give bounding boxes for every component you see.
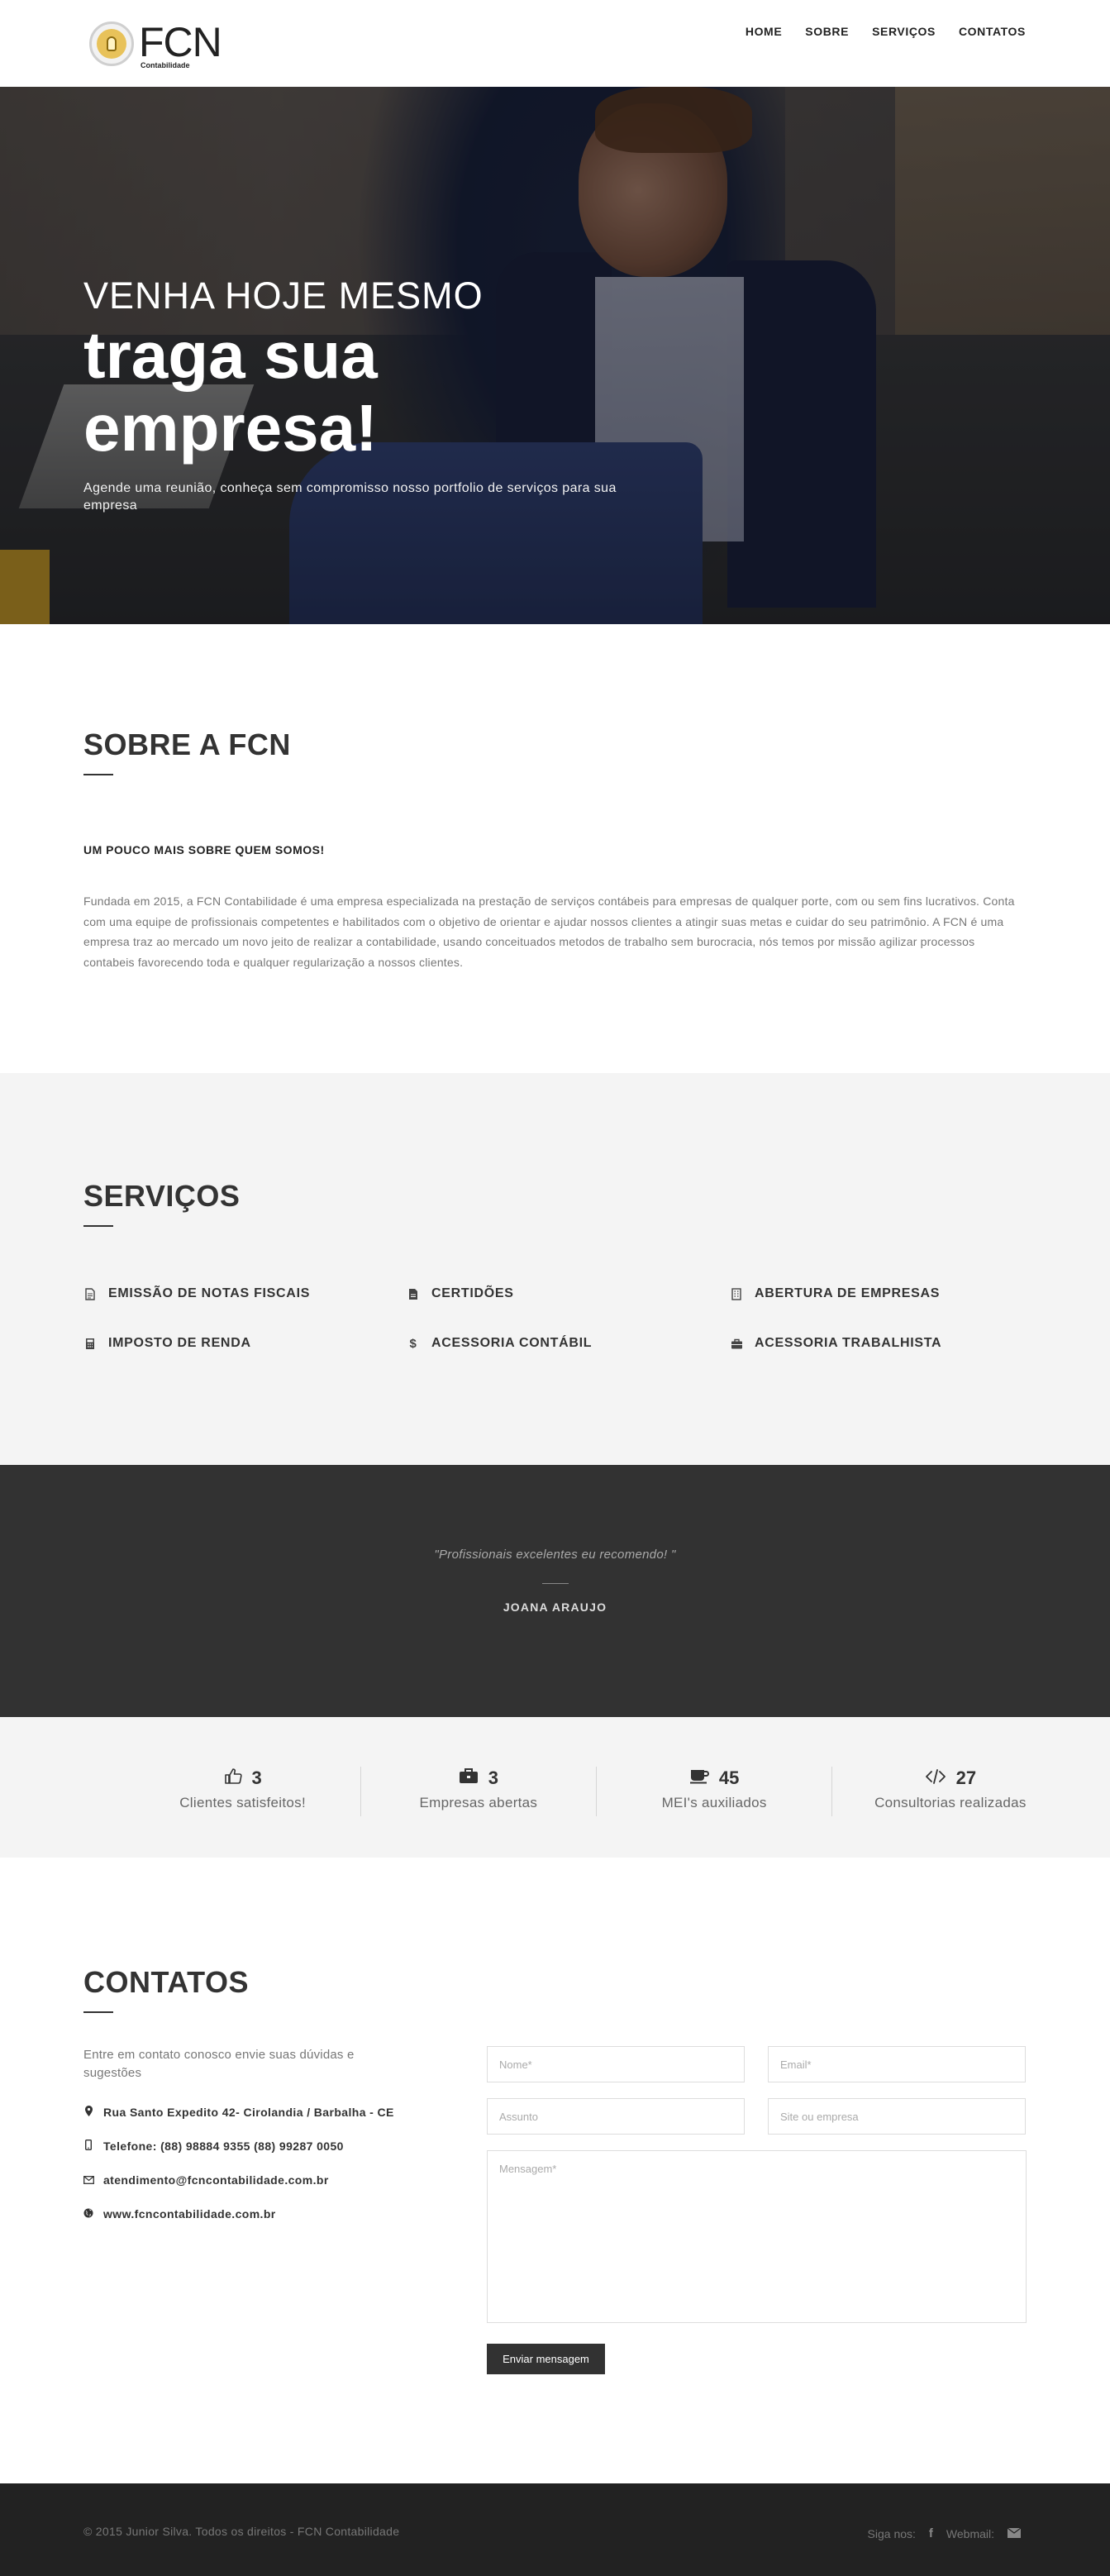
stat-item: 3 Clientes satisfeitos!: [126, 1767, 361, 1816]
menu-item-contatos[interactable]: CONTATOS: [959, 25, 1026, 38]
stat-item: 27 Consultorias realizadas: [832, 1767, 1068, 1816]
service-item: IMPOSTO DE RENDA: [83, 1336, 407, 1351]
contatos-title: CONTATOS: [83, 1965, 249, 1999]
file-icon: [407, 1286, 420, 1301]
contact-website[interactable]: www.fcncontabilidade.com.br: [103, 2206, 276, 2223]
lightbulb-logo-icon: [89, 21, 134, 66]
email-line[interactable]: atendimento@fcncontabilidade.com.br: [83, 2172, 398, 2189]
phone-line: Telefone: (88) 98884 9355 (88) 99287 005…: [83, 2138, 398, 2155]
stat-value: 27: [955, 1767, 977, 1788]
email-input[interactable]: [768, 2046, 1026, 2082]
stat-label: Clientes satisfeitos!: [179, 1795, 306, 1810]
stat-item: 45 MEI's auxiliados: [597, 1767, 833, 1816]
name-input[interactable]: [487, 2046, 745, 2082]
sobre-section: SOBRE A FCN UM POUCO MAIS SOBRE QUEM SOM…: [0, 624, 1110, 1073]
fcn-logo[interactable]: FCN Contabilidade: [89, 21, 222, 69]
service-item: CERTIDÕES: [407, 1286, 730, 1301]
calculator-icon: [83, 1336, 97, 1351]
globe-icon: [83, 2206, 93, 2223]
testimonial-author: JOANA ARAUJO: [503, 1600, 607, 1614]
envelope-icon: [83, 2172, 94, 2189]
contact-form: Enviar mensagem: [487, 2046, 1027, 2374]
service-item: ABERTURA DE EMPRESAS: [730, 1286, 1027, 1301]
website-line[interactable]: www.fcncontabilidade.com.br: [83, 2206, 398, 2223]
contact-intro: Entre em contato conosco envie suas dúvi…: [83, 2048, 355, 2080]
stat-value: 45: [718, 1767, 740, 1788]
testimonial-section: "Profissionais excelentes eu recomendo! …: [0, 1465, 1110, 1717]
top-navbar: FCN Contabilidade HOME SOBRE SERVIÇOS CO…: [0, 0, 1110, 87]
sobre-subtitle: UM POUCO MAIS SOBRE QUEM SOMOS!: [83, 843, 325, 856]
address-line: Rua Santo Expedito 42- Cirolandia / Barb…: [83, 2104, 398, 2121]
map-marker-icon: [83, 2104, 93, 2121]
main-menu: HOME SOBRE SERVIÇOS CONTATOS: [746, 25, 1026, 38]
menu-item-sobre[interactable]: SOBRE: [805, 25, 849, 38]
services-grid: EMISSÃO DE NOTAS FISCAIS CERTIDÕES ABERT…: [83, 1286, 1027, 1351]
site-input[interactable]: [768, 2098, 1026, 2135]
stat-item: 3 Empresas abertas: [361, 1767, 597, 1816]
follow-label: Siga nos:: [867, 2526, 916, 2540]
stat-value: 3: [251, 1767, 262, 1788]
contact-email[interactable]: atendimento@fcncontabilidade.com.br: [103, 2172, 329, 2189]
testimonial-quote: "Profissionais excelentes eu recomendo! …: [434, 1548, 676, 1562]
stat-label: MEI's auxiliados: [661, 1795, 767, 1810]
service-item: EMISSÃO DE NOTAS FISCAIS: [83, 1286, 407, 1301]
contact-phone: Telefone: (88) 98884 9355 (88) 99287 005…: [103, 2140, 344, 2153]
stats-section: 3 Clientes satisfeitos! 3 Empresas abert…: [0, 1717, 1110, 1858]
dollar-icon: $: [409, 1336, 417, 1351]
hero-banner: VENHA HOJE MESMO traga sua empresa! Agen…: [0, 87, 1110, 624]
footer: © 2015 Junior Silva. Todos os direitos -…: [0, 2483, 1110, 2576]
service-item: ACESSORIA TRABALHISTA: [730, 1336, 1027, 1351]
subject-input[interactable]: [487, 2098, 745, 2135]
quote-divider: [541, 1583, 569, 1584]
briefcase-icon: [459, 1767, 479, 1789]
hero-kicker: VENHA HOJE MESMO: [83, 274, 484, 317]
coffee-icon: [689, 1767, 709, 1789]
sobre-description: Fundada em 2015, a FCN Contabilidade é u…: [83, 894, 1015, 969]
logo-name: FCN: [139, 19, 222, 65]
stat-label: Consultorias realizadas: [874, 1795, 1027, 1810]
contatos-section: CONTATOS Entre em contato conosco envie …: [0, 1858, 1110, 2483]
service-item: $ ACESSORIA CONTÁBIL: [407, 1336, 730, 1351]
menu-item-servicos[interactable]: SERVIÇOS: [872, 25, 936, 38]
hero-subtitle: Agende uma reunião, conheça sem compromi…: [83, 481, 617, 513]
footer-links: Siga nos: f Webmail:: [867, 2526, 1022, 2540]
thumbs-up-icon: [224, 1767, 242, 1789]
menu-item-home[interactable]: HOME: [746, 25, 782, 38]
message-textarea[interactable]: [487, 2150, 1027, 2323]
code-icon: [925, 1767, 946, 1789]
stat-value: 3: [488, 1767, 498, 1788]
title-divider: [83, 774, 113, 775]
mobile-phone-icon: [83, 2138, 93, 2155]
title-divider: [83, 1225, 113, 1227]
mail-icon[interactable]: [1007, 2527, 1022, 2540]
briefcase-icon: [730, 1336, 743, 1351]
servicos-title: SERVIÇOS: [83, 1179, 241, 1213]
webmail-label[interactable]: Webmail:: [946, 2527, 994, 2540]
contact-info: Entre em contato conosco envie suas dúvi…: [83, 2046, 398, 2223]
hero-title: traga sua empresa!: [83, 318, 378, 465]
stat-label: Empresas abertas: [419, 1795, 538, 1810]
contact-address: Rua Santo Expedito 42- Cirolandia / Barb…: [103, 2106, 394, 2119]
logo-subtitle: Contabilidade: [141, 61, 190, 69]
facebook-icon[interactable]: f: [929, 2526, 933, 2540]
sobre-title: SOBRE A FCN: [83, 727, 291, 761]
send-message-button[interactable]: Enviar mensagem: [487, 2344, 605, 2374]
document-icon: [83, 1286, 97, 1301]
title-divider: [83, 2011, 113, 2013]
building-icon: [730, 1286, 743, 1301]
copyright-text: © 2015 Junior Silva. Todos os direitos -…: [83, 2525, 400, 2538]
servicos-section: SERVIÇOS EMISSÃO DE NOTAS FISCAIS CERTID…: [0, 1073, 1110, 1465]
